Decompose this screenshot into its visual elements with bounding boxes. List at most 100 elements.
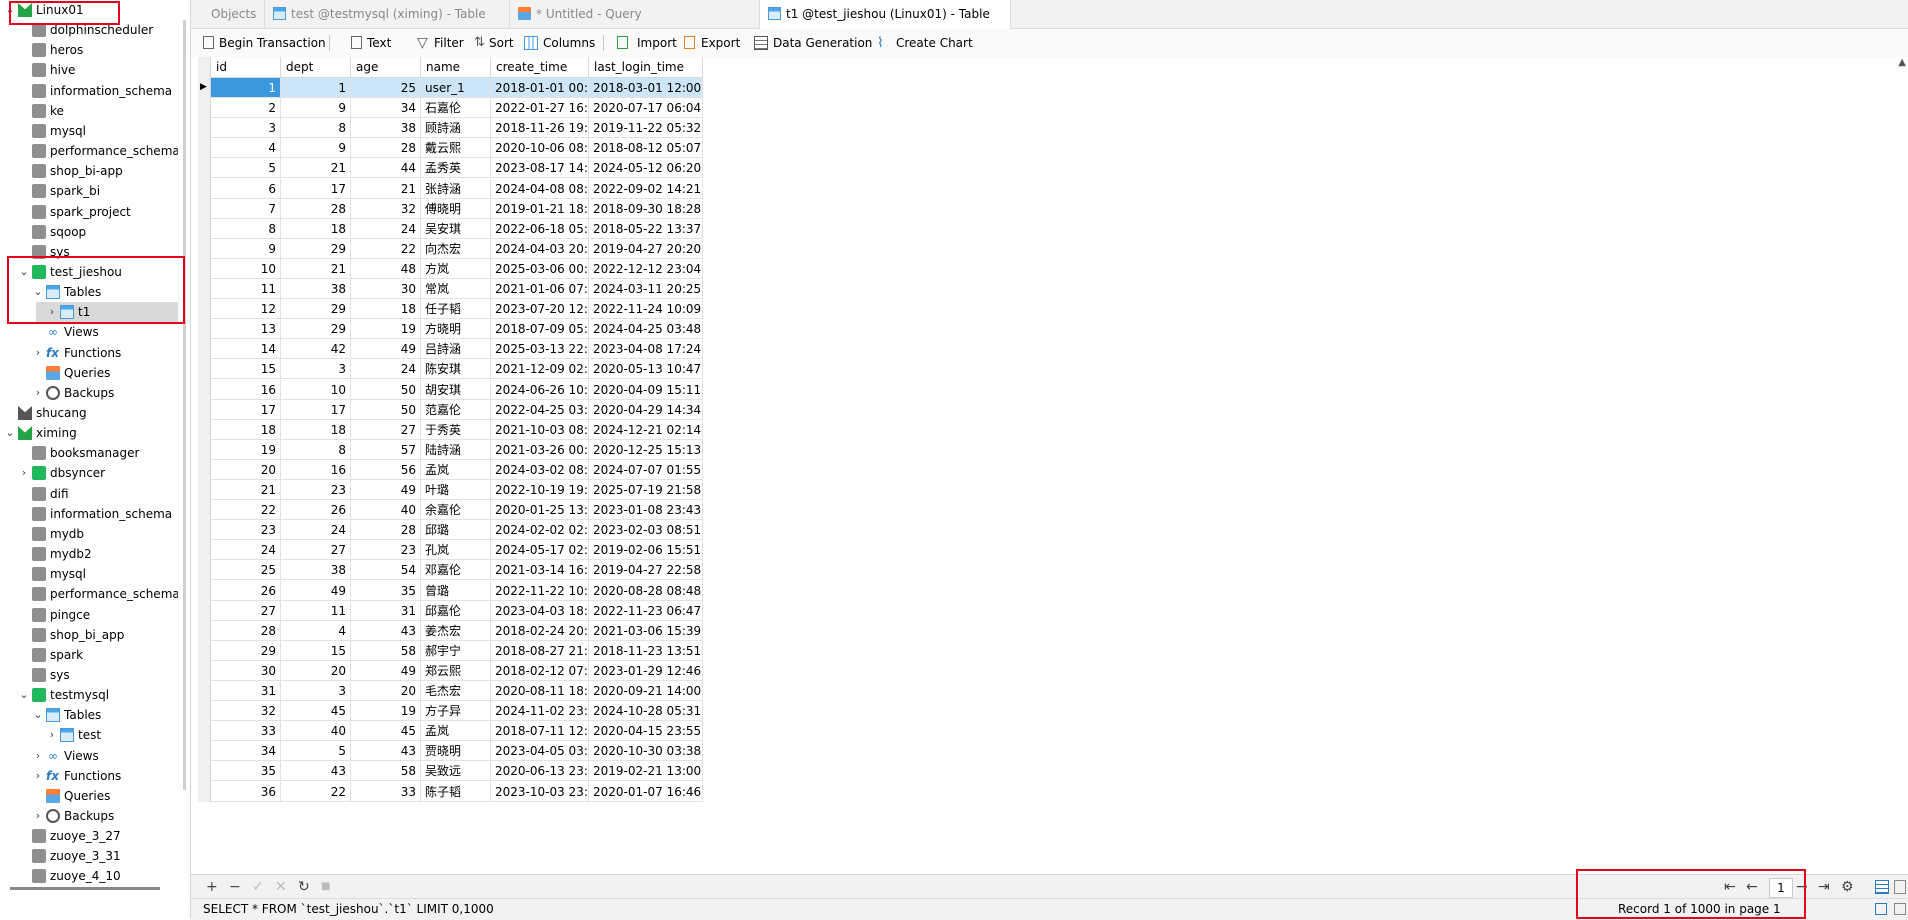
table-cell-last-login-time[interactable]: 2022-09-02 14:21: [589, 178, 703, 199]
table-cell-age[interactable]: 43 [351, 741, 421, 762]
delete-record-button[interactable]: − [229, 875, 241, 899]
table-cell-age[interactable]: 49 [351, 480, 421, 500]
table-cell-create-time[interactable]: 2024-04-08 08: [491, 178, 589, 199]
table-cell-create-time[interactable]: 2020-01-25 13: [491, 500, 589, 521]
table-cell-dept[interactable]: 9 [281, 138, 351, 159]
tree-item-difi[interactable]: difi [0, 484, 178, 504]
table-cell-age[interactable]: 27 [351, 419, 421, 440]
table-cell-age[interactable]: 45 [351, 721, 421, 742]
table-cell-id[interactable]: 11 [211, 279, 281, 299]
table-cell-dept[interactable]: 4 [281, 620, 351, 641]
table-cell-dept[interactable]: 29 [281, 238, 351, 259]
tree-item-booksmanager[interactable]: booksmanager [0, 443, 178, 463]
table-cell-create-time[interactable]: 2023-08-17 14: [491, 158, 589, 179]
table-cell-create-time[interactable]: 2018-07-11 12: [491, 721, 589, 742]
table-cell-id[interactable]: 32 [211, 701, 281, 722]
table-cell-last-login-time[interactable]: 2024-04-25 03:48: [589, 319, 703, 340]
table-cell-last-login-time[interactable]: 2018-09-30 18:28: [589, 198, 703, 219]
table-cell-dept[interactable]: 20 [281, 660, 351, 681]
table-cell-id[interactable]: 19 [211, 439, 281, 460]
tree-item-shop-bi-app[interactable]: shop_bi-app [0, 161, 178, 181]
table-cell-age[interactable]: 28 [351, 520, 421, 541]
chevron-down-icon[interactable]: ⌄ [18, 685, 30, 705]
tab-test-table[interactable]: test @testmysql (ximing) - Table [265, 0, 510, 28]
chevron-down-icon[interactable]: ⌄ [18, 262, 30, 282]
table-cell-dept[interactable]: 38 [281, 279, 351, 299]
table-cell-name[interactable]: 傅晓明 [421, 198, 491, 219]
tree-item-heros[interactable]: heros [0, 40, 178, 60]
table-cell-name[interactable]: 于秀英 [421, 419, 491, 440]
table-cell-last-login-time[interactable]: 2023-02-03 08:51: [589, 520, 703, 541]
table-cell-last-login-time[interactable]: 2024-12-21 02:14: [589, 419, 703, 440]
tree-item-zuoye-3-27[interactable]: zuoye_3_27 [0, 826, 178, 846]
table-cell-id[interactable]: 1 [211, 78, 281, 98]
table-cell-create-time[interactable]: 2023-04-05 03: [491, 741, 589, 762]
table-cell-last-login-time[interactable]: 2024-07-07 01:55: [589, 459, 703, 480]
table-cell-dept[interactable]: 23 [281, 480, 351, 500]
table-cell-last-login-time[interactable]: 2021-03-06 15:39: [589, 620, 703, 641]
table-cell-last-login-time[interactable]: 2024-10-28 05:31: [589, 701, 703, 722]
tree-item-performance-schema[interactable]: performance_schema [0, 584, 180, 604]
table-cell-age[interactable]: 24 [351, 218, 421, 239]
grid-vertical-scrollbar[interactable]: ▲ [1894, 57, 1906, 872]
table-cell-create-time[interactable]: 2023-07-20 12: [491, 299, 589, 320]
table-cell-id[interactable]: 20 [211, 459, 281, 480]
stop-button[interactable]: ■ [321, 875, 330, 899]
table-cell-create-time[interactable]: 2025-03-13 22: [491, 339, 589, 360]
table-cell-name[interactable]: 郑云熙 [421, 660, 491, 681]
tree-item-ximing[interactable]: ⌄ ximing [0, 423, 178, 443]
tree-item-zuoye-3-31[interactable]: zuoye_3_31 [0, 846, 178, 866]
table-cell-id[interactable]: 26 [211, 580, 281, 601]
table-cell-create-time[interactable]: 2021-10-03 08: [491, 419, 589, 440]
table-cell-dept[interactable]: 26 [281, 500, 351, 521]
tree-item-functions[interactable]: › fx Functions [0, 343, 178, 363]
chevron-right-icon[interactable]: › [46, 302, 58, 322]
table-cell-id[interactable]: 10 [211, 258, 281, 279]
table-cell-id[interactable]: 15 [211, 359, 281, 380]
table-cell-last-login-time[interactable]: 2020-01-07 16:46: [589, 781, 703, 802]
table-cell-last-login-time[interactable]: 2018-11-23 13:51: [589, 640, 703, 661]
table-cell-id[interactable]: 25 [211, 560, 281, 581]
tab-t1-table[interactable]: t1 @test_jieshou (Linux01) - Table [760, 0, 1011, 29]
table-cell-id[interactable]: 31 [211, 681, 281, 701]
refresh-button[interactable]: ↻ [298, 875, 310, 899]
table-cell-age[interactable]: 18 [351, 299, 421, 320]
table-cell-name[interactable]: 陆詩涵 [421, 439, 491, 460]
table-cell-id[interactable]: 17 [211, 399, 281, 420]
table-cell-age[interactable]: 22 [351, 238, 421, 259]
table-cell-name[interactable]: 姜杰宏 [421, 620, 491, 641]
table-cell-last-login-time[interactable]: 2019-02-21 13:00: [589, 761, 703, 782]
table-cell-create-time[interactable]: 2021-03-26 00: [491, 439, 589, 460]
column-header-age[interactable]: age [351, 57, 421, 78]
table-cell-id[interactable]: 3 [211, 118, 281, 139]
table-cell-dept[interactable]: 8 [281, 439, 351, 460]
page-number-input[interactable]: 1 [1769, 878, 1793, 898]
table-cell-last-login-time[interactable]: 2019-02-06 15:51: [589, 540, 703, 561]
tree-item-sqoop[interactable]: sqoop [0, 222, 178, 242]
table-cell-id[interactable]: 12 [211, 299, 281, 320]
tree-item-tables[interactable]: ⌄ Tables [0, 705, 178, 725]
chevron-right-icon[interactable]: › [32, 766, 44, 786]
table-cell-id[interactable]: 9 [211, 238, 281, 259]
table-cell-age[interactable]: 56 [351, 459, 421, 480]
create-chart-button[interactable]: ⌇ Create Chart [877, 29, 977, 57]
table-cell-age[interactable]: 34 [351, 98, 421, 119]
tree-item-information-schema[interactable]: information_schema [0, 504, 178, 524]
table-cell-dept[interactable]: 10 [281, 379, 351, 400]
tree-item-queries[interactable]: Queries [0, 786, 178, 806]
table-cell-age[interactable]: 20 [351, 681, 421, 701]
table-cell-id[interactable]: 21 [211, 480, 281, 500]
table-cell-dept[interactable]: 29 [281, 299, 351, 320]
chevron-right-icon[interactable]: › [32, 383, 44, 403]
scroll-up-icon[interactable]: ▲ [1898, 57, 1906, 68]
table-cell-age[interactable]: 35 [351, 580, 421, 601]
table-cell-dept[interactable]: 15 [281, 640, 351, 661]
table-cell-age[interactable]: 58 [351, 761, 421, 782]
table-cell-age[interactable]: 54 [351, 560, 421, 581]
table-cell-age[interactable]: 32 [351, 198, 421, 219]
chevron-down-icon[interactable]: ⌄ [4, 423, 16, 443]
table-cell-id[interactable]: 2 [211, 98, 281, 119]
chevron-right-icon[interactable]: › [18, 463, 30, 483]
tab-untitled-query[interactable]: * Untitled - Query [510, 0, 760, 28]
table-cell-id[interactable]: 33 [211, 721, 281, 742]
